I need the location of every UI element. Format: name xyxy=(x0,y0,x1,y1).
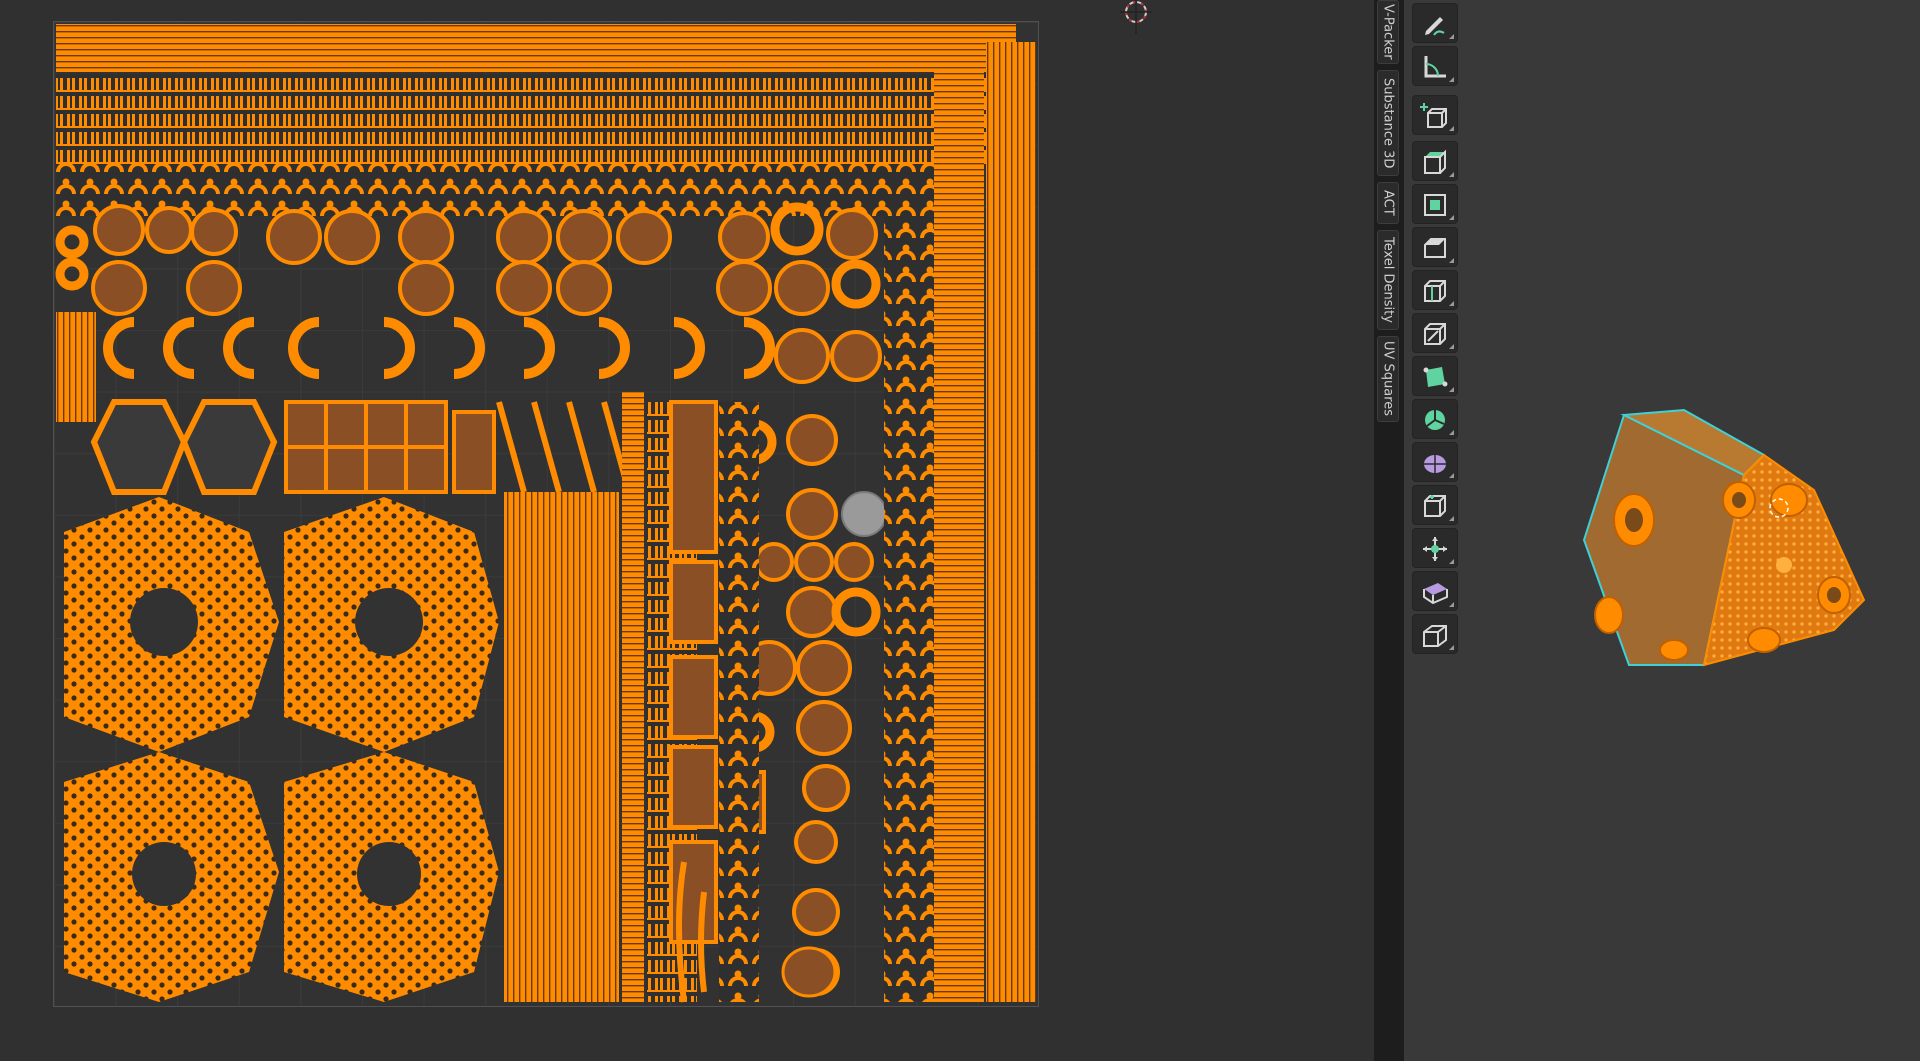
bevel-tool-button[interactable] xyxy=(1412,227,1458,267)
loop-cut-icon xyxy=(1424,280,1446,302)
smooth-tool-button[interactable] xyxy=(1412,442,1458,482)
selected-mesh-object[interactable] xyxy=(1534,380,1874,700)
add-cube-tool-button[interactable] xyxy=(1412,95,1458,135)
rip-tool-button[interactable] xyxy=(1412,614,1458,654)
uv-editor[interactable] xyxy=(0,0,1374,1061)
tab-substance-3d[interactable]: Substance 3D xyxy=(1377,70,1399,176)
3d-cursor-icon xyxy=(1120,0,1152,34)
bevel-icon xyxy=(1424,238,1446,258)
add-cube-icon xyxy=(1420,103,1447,128)
tab-label: Texel Density xyxy=(1380,237,1396,323)
shrink-fatten-icon xyxy=(1423,537,1447,561)
measure-tool-button[interactable] xyxy=(1412,46,1458,86)
shear-icon xyxy=(1423,583,1448,605)
annotate-tool-button[interactable] xyxy=(1412,3,1458,43)
tab-act[interactable]: ACT xyxy=(1377,182,1399,224)
spin-tool-button[interactable] xyxy=(1412,399,1458,439)
edge-slide-tool-button[interactable] xyxy=(1412,485,1458,525)
tab-texel-density[interactable]: Texel Density xyxy=(1377,230,1399,330)
measure-ruler-icon xyxy=(1424,56,1446,78)
tab-label: Substance 3D xyxy=(1380,77,1396,169)
knife-tool-button[interactable] xyxy=(1412,313,1458,353)
tab-v-packer[interactable]: V-Packer xyxy=(1377,0,1399,64)
uv-tile-0-1[interactable] xyxy=(53,21,1039,1007)
knife-icon xyxy=(1424,323,1446,345)
shear-tool-button[interactable] xyxy=(1412,571,1458,611)
poly-build-icon xyxy=(1423,367,1448,387)
edge-slide-icon xyxy=(1424,495,1446,517)
smooth-vertices-icon xyxy=(1424,455,1446,473)
shrink-fatten-tool-button[interactable] xyxy=(1412,528,1458,568)
tab-label: UV Squares xyxy=(1380,341,1396,417)
inset-faces-icon xyxy=(1424,194,1446,216)
extrude-tool-button[interactable] xyxy=(1412,141,1458,181)
poly-build-tool-button[interactable] xyxy=(1412,356,1458,396)
spin-icon xyxy=(1425,410,1445,430)
tab-label: ACT xyxy=(1380,190,1396,216)
annotate-pencil-icon xyxy=(1425,17,1445,36)
uv-islands[interactable] xyxy=(54,22,1040,1008)
inset-tool-button[interactable] xyxy=(1412,184,1458,224)
tab-label: V-Packer xyxy=(1380,4,1396,60)
loop-cut-tool-button[interactable] xyxy=(1412,270,1458,310)
sidebar-tab-strip: V-Packer Substance 3D ACT Texel Density … xyxy=(1374,0,1404,1061)
extrude-region-icon xyxy=(1424,149,1446,174)
tab-uv-squares[interactable]: UV Squares xyxy=(1377,336,1399,422)
rip-region-icon xyxy=(1423,625,1447,647)
3d-viewport[interactable] xyxy=(1404,0,1920,1061)
